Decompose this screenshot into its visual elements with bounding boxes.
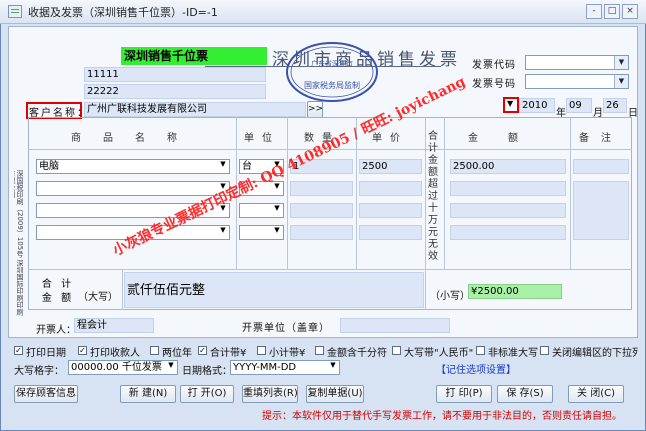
legal-hint: 提示：本软件仅用于替代手写发票工作，请不要用于非法目的，否则责任请自担。 [262, 411, 622, 422]
row-note-input[interactable] [573, 159, 629, 174]
side-print-text: 深国税印刷（2009）105号 深圳国际印刷印刷有限公司 [14, 170, 24, 316]
col-header-name: 商品名称 [71, 133, 199, 144]
day-field[interactable]: 26 [603, 98, 627, 113]
col-header-unit: 单位 [244, 133, 280, 144]
remember-settings-link[interactable]: 【记住选项设置】 [436, 361, 516, 376]
invoice-number-select[interactable]: ▼ [525, 74, 629, 89]
col-header-note: 备注 [579, 133, 623, 144]
month-field[interactable]: 09 [566, 98, 592, 113]
row-amount-input[interactable]: 2500.00 [450, 159, 566, 174]
refill-list-button[interactable]: 重填列表(R) [242, 385, 298, 403]
close-button[interactable]: 关 闭(C) [568, 385, 624, 403]
xiaoxie-label: （小写） [430, 291, 470, 302]
issuer-label: 开票人： [36, 325, 76, 336]
row-amount-input[interactable] [450, 225, 566, 240]
invoice-code-select[interactable]: ▼ [525, 55, 629, 70]
row-name-select[interactable] [36, 181, 230, 196]
save-customer-button[interactable]: 保存顾客信息 [14, 385, 78, 403]
date-format-label: 日期格式： [182, 366, 232, 377]
col-header-total-note: 合计金额超过十万元无效 [428, 131, 438, 262]
col-divider [570, 117, 571, 269]
daxie-label: （大写） [78, 292, 118, 303]
copy-document-button[interactable]: 复制单据(U) [306, 385, 364, 403]
checkbox[interactable] [150, 346, 159, 355]
checkbox[interactable] [476, 346, 485, 355]
row-qty-input[interactable] [290, 225, 353, 240]
checkbox[interactable] [392, 346, 401, 355]
chevron-down-icon: ▼ [614, 56, 628, 69]
app-icon [8, 5, 22, 18]
checkbox[interactable] [540, 346, 549, 355]
seal-bottom-text: 国家税务局监制 [304, 80, 360, 90]
checkbox[interactable] [257, 346, 266, 355]
customer-picker-button[interactable]: >> [307, 101, 323, 118]
checkbox[interactable]: ✓ [78, 346, 87, 355]
date-picker-box[interactable]: ▼ [503, 97, 519, 113]
row-price-input[interactable] [359, 181, 422, 196]
option-close-dropdowns[interactable]: 关闭编辑区的下拉列 [540, 346, 638, 358]
minimize-button[interactable]: - [586, 4, 602, 19]
chevron-down-icon: ▼ [614, 75, 628, 88]
open-button[interactable]: 打 开(O) [180, 385, 234, 403]
issuing-unit-input[interactable] [340, 318, 450, 333]
col-divider [444, 117, 445, 269]
customer-name-input[interactable]: 广州广联科技发展有限公司 [84, 102, 306, 117]
col-divider [122, 269, 123, 310]
seal-top-text: 广东省深圳市 [311, 59, 353, 68]
col-divider [425, 117, 426, 310]
checkbox[interactable]: ✓ [198, 346, 207, 355]
issuer-input[interactable]: 程会计 [74, 318, 154, 333]
chevron-down-icon: ▼ [507, 99, 514, 108]
payer-field-2[interactable]: 22222 [84, 84, 266, 99]
chevron-down-icon: ▼ [330, 361, 336, 369]
payer-field-1[interactable]: 11111 [84, 67, 266, 82]
row-qty-input[interactable] [290, 181, 353, 196]
col-header-amount: 金额 [468, 133, 548, 144]
daxie-format-label: 大写格字： [14, 366, 64, 377]
row-amount-input[interactable] [450, 203, 566, 218]
chevron-down-icon: ▼ [220, 160, 226, 168]
chevron-down-icon: ▼ [168, 361, 174, 369]
date-format-select[interactable]: YYYY-MM-DD [230, 360, 340, 375]
print-button[interactable]: 打 印(P) [436, 385, 492, 403]
close-window-button[interactable]: × [622, 4, 638, 19]
year-field[interactable]: 2010 [519, 98, 555, 113]
row-name-select[interactable]: 电脑 [36, 159, 230, 174]
issuing-unit-label: 开票单位（盖章） [242, 323, 330, 334]
xiaoxie-value: ¥2500.00 [468, 284, 562, 299]
total-label: 合 计金 额 [41, 279, 75, 304]
daxie-value: 贰仟伍佰元整 [124, 272, 424, 308]
row-note-input[interactable] [573, 181, 629, 240]
chevron-down-icon: ▼ [274, 204, 280, 212]
title-bar: 收据及发票（深圳销售千位票）-ID=-1 - □ × [0, 0, 646, 24]
maximize-button[interactable]: □ [604, 4, 620, 19]
row-qty-input[interactable] [290, 203, 353, 218]
row-amount-input[interactable] [450, 181, 566, 196]
checkbox[interactable]: ✓ [14, 346, 23, 355]
row-price-input[interactable]: 2500 [359, 159, 422, 174]
tax-seal: 广东省深圳市 国家税务局监制 [286, 42, 378, 102]
row-price-input[interactable] [359, 225, 422, 240]
row-price-input[interactable] [359, 203, 422, 218]
window-title: 收据及发票（深圳销售千位票）-ID=-1 [28, 6, 218, 19]
chevron-down-icon: ▼ [274, 226, 280, 234]
checkbox[interactable] [315, 346, 324, 355]
save-button[interactable]: 保 存(S) [497, 385, 553, 403]
options-row: ✓ 打印日期 ✓ 打印收款人 两位年 ✓ 合计带¥ 小计带¥ 金额含千分符 大写带"人… [14, 346, 638, 359]
invoice-type-badge: 深圳销售千位票 [121, 47, 267, 65]
daxie-format-select[interactable]: 00000.00 千位发票 [68, 360, 178, 375]
new-button[interactable]: 新 建(N) [120, 385, 176, 403]
chevron-down-icon: ▼ [220, 226, 226, 234]
total-divider [28, 269, 632, 270]
col-divider [287, 117, 288, 269]
